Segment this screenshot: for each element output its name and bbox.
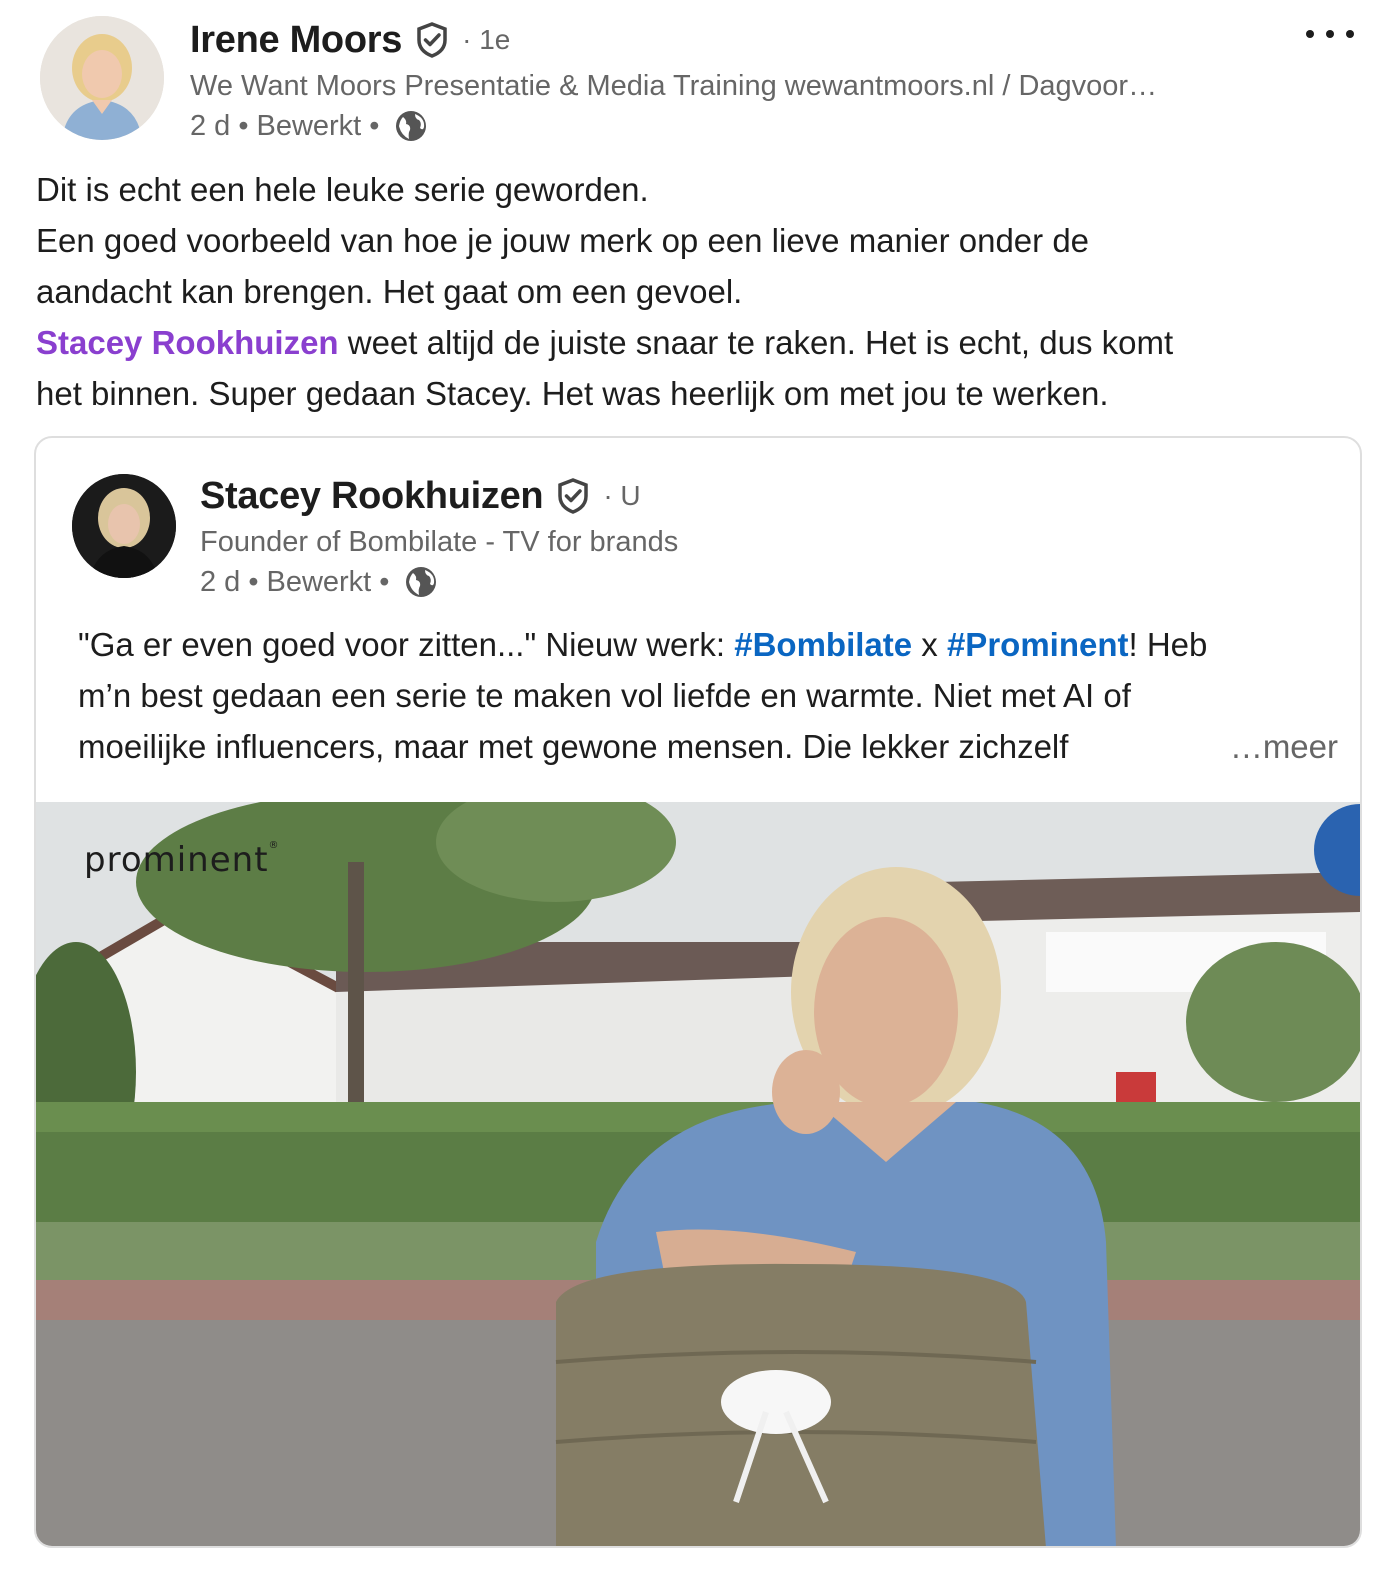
menu-dot	[1326, 30, 1334, 38]
post-text-line: moeilijke influencers, maar met gewone m…	[78, 721, 1338, 772]
commentary-line: Dit is echt een hele leuke serie geworde…	[36, 171, 649, 208]
video-thumbnail[interactable]: prominent®	[36, 802, 1360, 1546]
author-headline: Founder of Bombilate - TV for brands	[200, 526, 679, 558]
post-time: 2 d	[190, 109, 231, 142]
commentary-line: het binnen. Super gedaan Stacey. Het was…	[36, 375, 1109, 412]
commentary-line: Stacey Rookhuizen weet altijd de juiste …	[36, 317, 1366, 368]
post-meta: 2 d • Bewerkt •	[200, 562, 1320, 602]
reshared-post-text: "Ga er even goed voor zitten..." Nieuw w…	[78, 619, 1338, 772]
post-commentary: Dit is echt een hele leuke serie geworde…	[36, 164, 1366, 419]
commentary-text: weet altijd de juiste snaar te raken. He…	[338, 324, 1174, 361]
trademark-mark: ®	[268, 840, 280, 851]
commentary-line: aandacht kan brengen. Het gaat om een ge…	[36, 273, 743, 310]
separator: •	[369, 109, 380, 142]
separator: •	[248, 565, 259, 598]
menu-dot	[1306, 30, 1314, 38]
verified-badge-icon	[412, 20, 452, 60]
post-text: x	[912, 626, 947, 663]
separator: •	[379, 565, 390, 598]
brand-logo-prominent: prominent®	[84, 840, 280, 880]
post-text: ! Heb	[1128, 626, 1208, 663]
commentary-line: Een goed voorbeeld van hoe je jouw merk …	[36, 222, 1090, 259]
edited-label: Bewerkt	[256, 109, 362, 142]
post-text: "Ga er even goed voor zitten..." Nieuw w…	[78, 626, 735, 663]
post-author-info: Irene Moors · 1e We Want Moors Presentat…	[190, 16, 1280, 146]
globe-icon	[403, 564, 439, 600]
author-name[interactable]: Stacey Rookhuizen	[200, 475, 544, 518]
see-more-link[interactable]: …meer	[1230, 721, 1338, 772]
brand-logo-text: prominent	[84, 840, 269, 880]
avatar-irene-moors[interactable]	[40, 16, 164, 140]
globe-icon	[393, 108, 429, 144]
avatar-stacey-rookhuizen[interactable]	[72, 474, 176, 578]
mention-link[interactable]: Stacey Rookhuizen	[36, 324, 339, 361]
video-still-image	[36, 802, 1360, 1546]
more-horizontal-icon[interactable]	[1306, 16, 1354, 52]
author-name[interactable]: Irene Moors	[190, 19, 402, 62]
feed-post: Irene Moors · 1e We Want Moors Presentat…	[0, 0, 1400, 1582]
post-text: moeilijke influencers, maar met gewone m…	[78, 728, 1069, 765]
verified-badge-icon	[553, 476, 593, 516]
hashtag-link[interactable]: #Bombilate	[734, 626, 912, 663]
post-time: 2 d	[200, 565, 241, 598]
hashtag-link[interactable]: #Prominent	[947, 626, 1129, 663]
connection-degree: · 1e	[462, 24, 511, 55]
connection-degree: · U	[603, 480, 641, 511]
separator: •	[238, 109, 249, 142]
author-headline: We Want Moors Presentatie & Media Traini…	[190, 70, 1158, 102]
post-meta: 2 d • Bewerkt •	[190, 106, 1280, 146]
post-text-line: m’n best gedaan een serie te maken vol l…	[78, 677, 1131, 714]
post-text-line: "Ga er even goed voor zitten..." Nieuw w…	[78, 619, 1338, 670]
reshared-author-info: Stacey Rookhuizen · U Founder of Bombila…	[200, 472, 1320, 602]
edited-label: Bewerkt	[266, 565, 372, 598]
reshared-post-card[interactable]: Stacey Rookhuizen · U Founder of Bombila…	[34, 436, 1362, 1548]
menu-dot	[1346, 30, 1354, 38]
